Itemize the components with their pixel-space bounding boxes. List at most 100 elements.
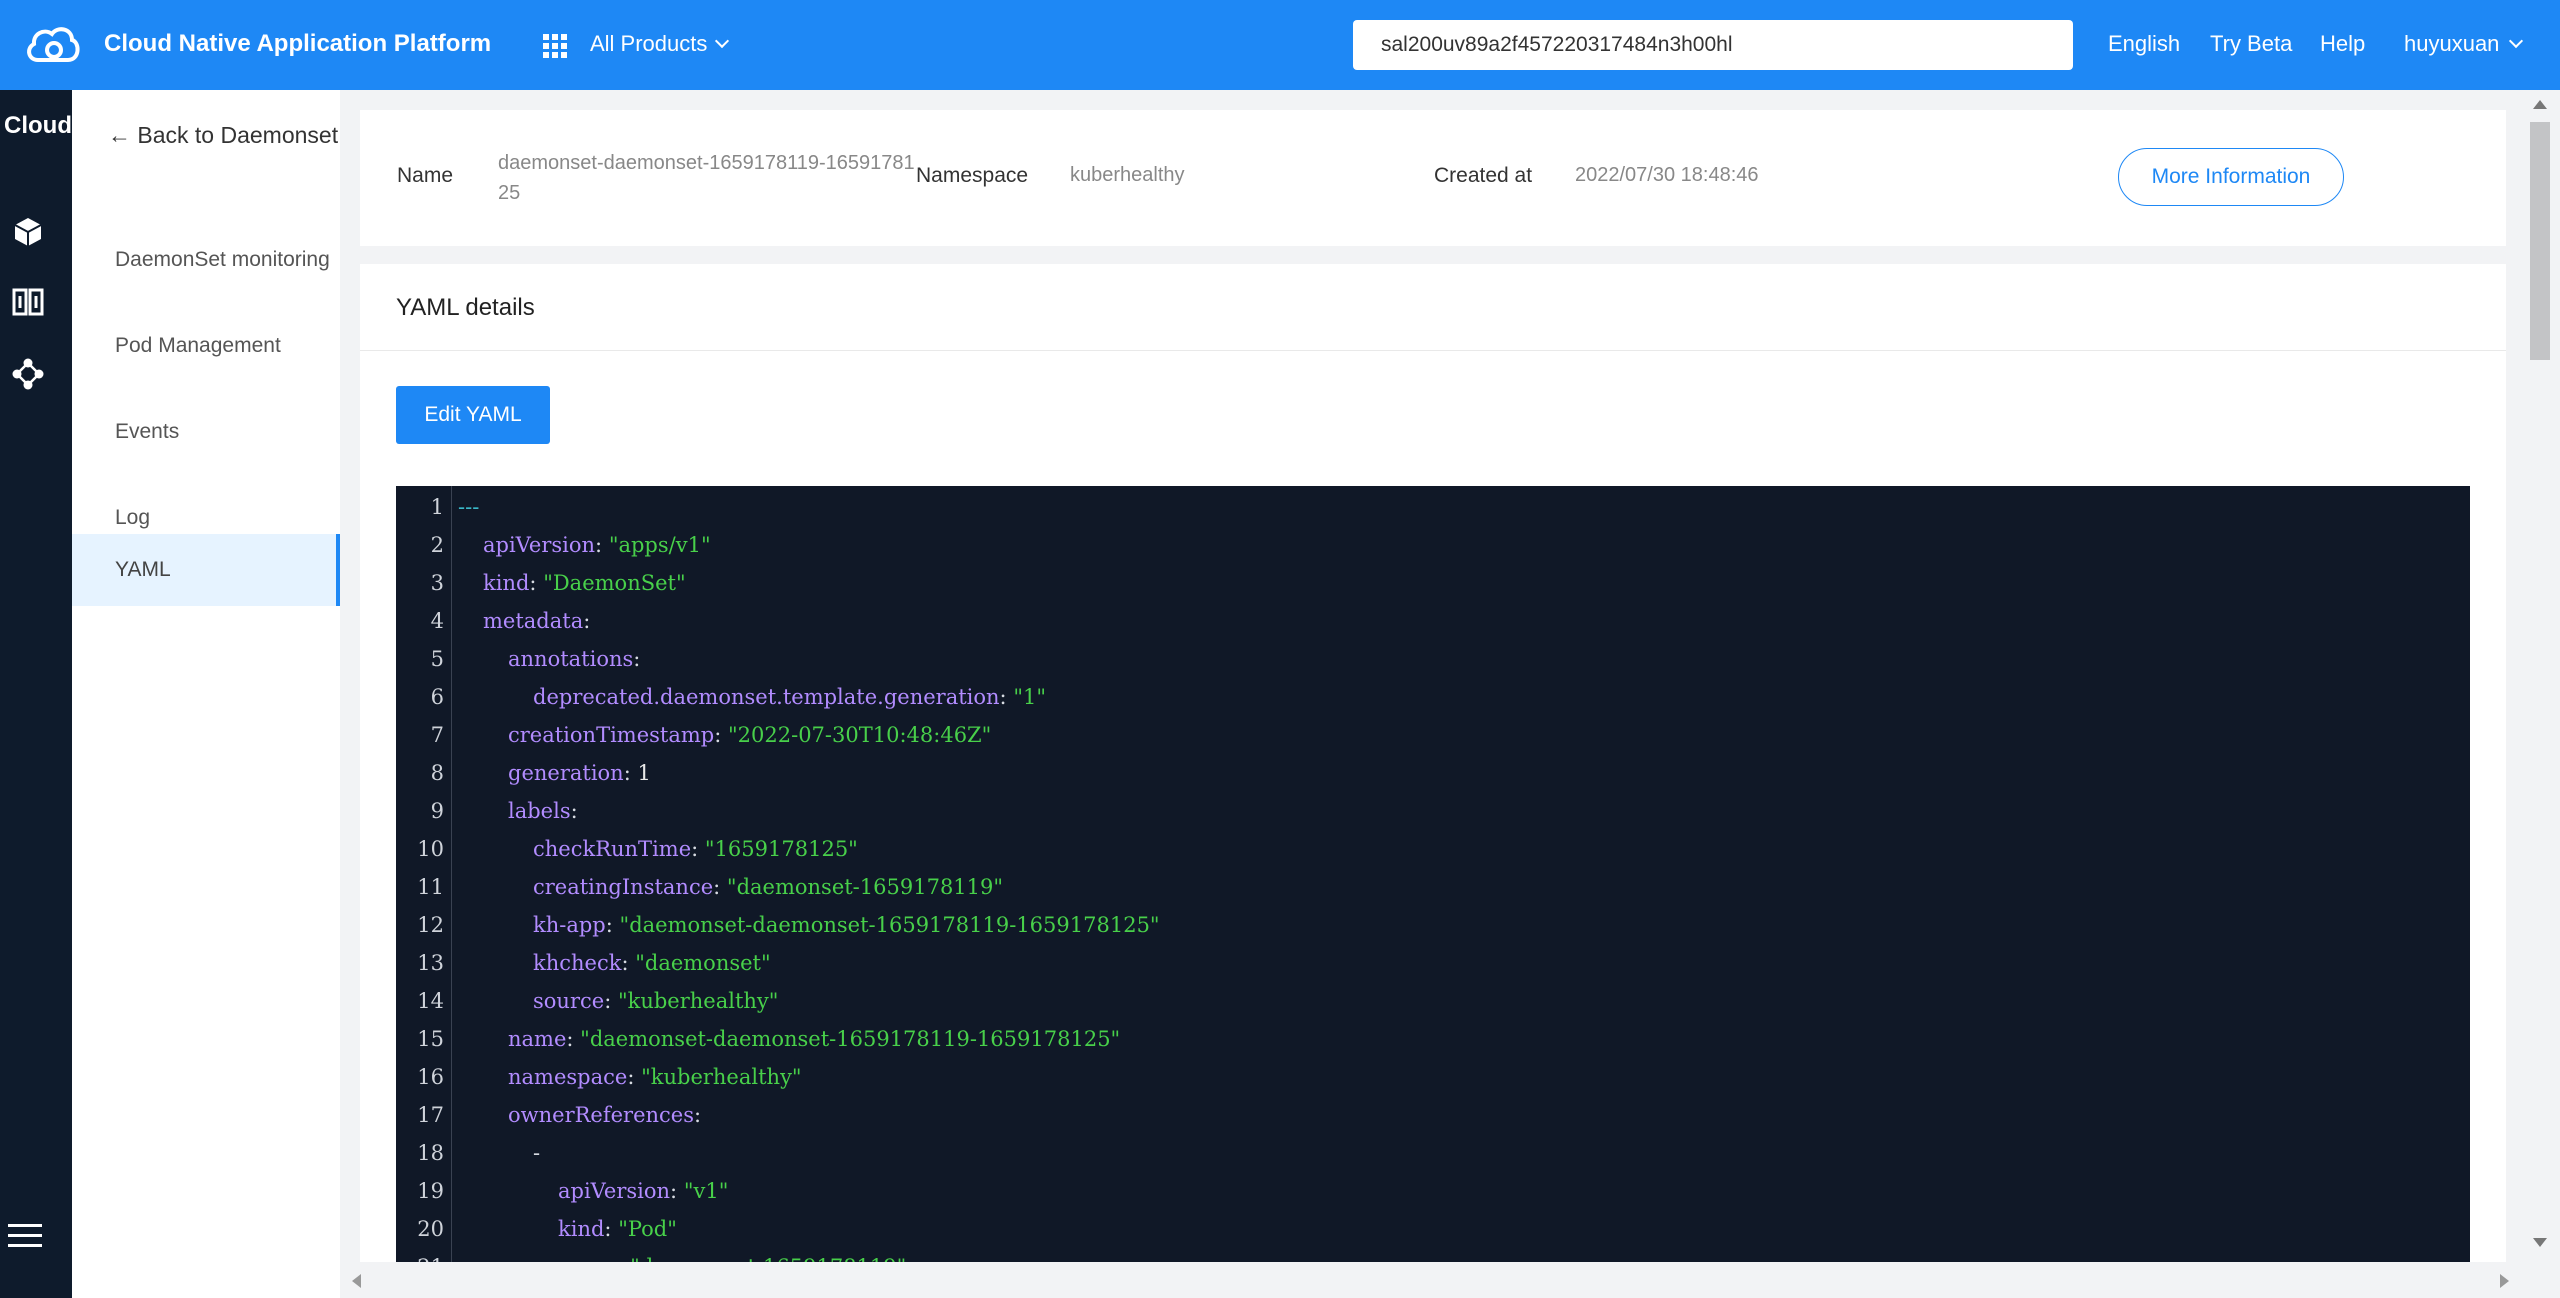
nav-item-daemonset-monitoring[interactable]: DaemonSet monitoring [72,224,340,296]
code-line: 10 checkRunTime: "1659178125" [396,830,2470,868]
more-information-button[interactable]: More Information [2118,148,2344,206]
code-line: 12 kh-app: "daemonset-daemonset-165917811… [396,906,2470,944]
line-number: 18 [417,1141,444,1165]
code-line: 17 ownerReferences: [396,1096,2470,1134]
line-number: 15 [417,1027,444,1051]
yaml-value: "daemonset-1659178119" [630,1255,906,1262]
code-line: 13 khcheck: "daemonset" [396,944,2470,982]
main-content: Name daemonset-daemonset-1659178119-1659… [340,90,2520,1262]
yaml-key: generation [508,761,624,785]
vertical-scroll-thumb[interactable] [2530,122,2550,360]
yaml-key: checkRunTime [533,837,692,861]
left-rail: Cloud [0,90,72,1298]
network-icon[interactable] [12,358,44,390]
yaml-key: deprecated.daemonset.template.generation [533,685,1000,709]
line-number: 11 [417,875,444,899]
yaml-key: metadata [483,609,584,633]
scroll-up-arrow-icon[interactable] [2533,100,2547,109]
code-text: kind: "DaemonSet" [483,571,686,595]
code-line: 9 labels: [396,792,2470,830]
scroll-down-arrow-icon[interactable] [2533,1238,2547,1247]
line-number: 21 [396,1248,444,1262]
line-number: 16 [417,1065,444,1089]
language-link[interactable]: English [2108,31,2180,57]
code-text: namespace: "kuberhealthy" [508,1065,802,1089]
line-number: 20 [417,1217,444,1241]
code-line: 7 creationTimestamp: "2022-07-30T10:48:46… [396,716,2470,754]
nav-item-events[interactable]: Events [72,396,340,468]
yaml-key: annotations [508,647,634,671]
yaml-value: "daemonset-daemonset-1659178119-16591781… [580,1027,1121,1051]
line-number: 3 [430,571,444,595]
yaml-key: khcheck [533,951,622,975]
yaml-value: "apps/v1" [608,533,711,557]
code-text: name: "daemonset-1659178119" [558,1248,906,1262]
created-at-value: 2022/07/30 18:48:46 [1575,164,1759,186]
code-line: 11 creatingInstance: "daemonset-165917811… [396,868,2470,906]
code-line: 16 namespace: "kuberhealthy" [396,1058,2470,1096]
yaml-details-card: YAML details Edit YAML 1 --- 2 apiVersion: … [360,264,2506,1262]
code-text: creatingInstance: "daemonset-1659178119" [533,875,1004,899]
yaml-value: "2022-07-30T10:48:46Z" [728,723,992,747]
yaml-value: "1659178125" [704,837,858,861]
code-text: --- [458,488,479,526]
help-link[interactable]: Help [2320,31,2365,57]
yaml-key: kind [558,1217,605,1241]
scroll-left-arrow-icon[interactable] [352,1274,361,1288]
nav-item-pod-management[interactable]: Pod Management [72,310,340,382]
code-text: annotations: [508,647,641,671]
cube-icon[interactable] [12,216,44,248]
code-line: 20 kind: "Pod" [396,1210,2470,1248]
scroll-right-arrow-icon[interactable] [2500,1274,2509,1288]
line-number: 19 [417,1179,444,1203]
rail-title: Cloud [4,112,72,139]
yaml-code-editor[interactable]: 1 --- 2 apiVersion: "apps/v1" 3 kind: "Daemon… [396,486,2470,1262]
yaml-value: "daemonset-daemonset-1659178119-16591781… [619,913,1160,937]
yaml-value: "daemonset-1659178119" [726,875,1004,899]
code-line: 8 generation: 1 [396,754,2470,792]
horizontal-scrollbar[interactable] [340,1262,2520,1298]
cloud-logo-icon[interactable] [24,22,80,68]
code-line: 18 - [396,1134,2470,1172]
code-text: khcheck: "daemonset" [533,951,771,975]
code-line: 4 metadata: [396,602,2470,640]
edit-yaml-button[interactable]: Edit YAML [396,386,550,444]
yaml-key: name [508,1027,567,1051]
name-value: daemonset-daemonset-1659178119-165917812… [498,152,915,204]
code-text: creationTimestamp: "2022-07-30T10:48:46Z… [508,723,992,747]
line-number: 2 [430,533,444,557]
code-text: name: "daemonset-daemonset-1659178119-16… [508,1027,1121,1051]
line-number: 8 [430,761,444,785]
yaml-key: source [533,989,605,1013]
line-number: 4 [430,609,444,633]
chevron-down-icon [715,33,730,49]
code-text: - [533,1134,540,1172]
apps-grid-icon[interactable] [543,34,567,58]
yaml-key: ownerReferences [508,1103,695,1127]
yaml-key: kind [483,571,530,595]
yaml-marker: --- [458,495,480,519]
code-text: generation: 1 [508,761,651,785]
line-number: 12 [417,913,444,937]
search-input[interactable] [1353,20,2073,70]
dashboard-icon[interactable] [12,286,44,318]
yaml-value: "v1" [683,1179,729,1203]
all-products-menu[interactable]: All Products [590,31,730,57]
line-number: 1 [430,495,444,519]
vertical-scrollbar[interactable] [2520,90,2560,1262]
hamburger-menu-icon[interactable] [8,1224,42,1252]
yaml-key: kh-app [533,913,606,937]
yaml-details-title: YAML details [396,294,535,321]
try-beta-link[interactable]: Try Beta [2210,31,2292,57]
code-line: 1 --- [396,488,2470,526]
nav-item-yaml[interactable]: YAML [72,534,340,606]
code-line: 2 apiVersion: "apps/v1" [396,526,2470,564]
user-menu[interactable]: huyuxuan [2404,31,2524,57]
yaml-value: "kuberhealthy" [641,1065,802,1089]
yaml-key: creationTimestamp [508,723,715,747]
back-to-daemonset-link[interactable]: ← Back to Daemonset [108,122,338,149]
resource-info-card: Name daemonset-daemonset-1659178119-1659… [360,110,2506,246]
line-number: 17 [417,1103,444,1127]
code-line: 15 name: "daemonset-daemonset-1659178119-… [396,1020,2470,1058]
code-text: deprecated.daemonset.template.generation… [533,685,1046,709]
